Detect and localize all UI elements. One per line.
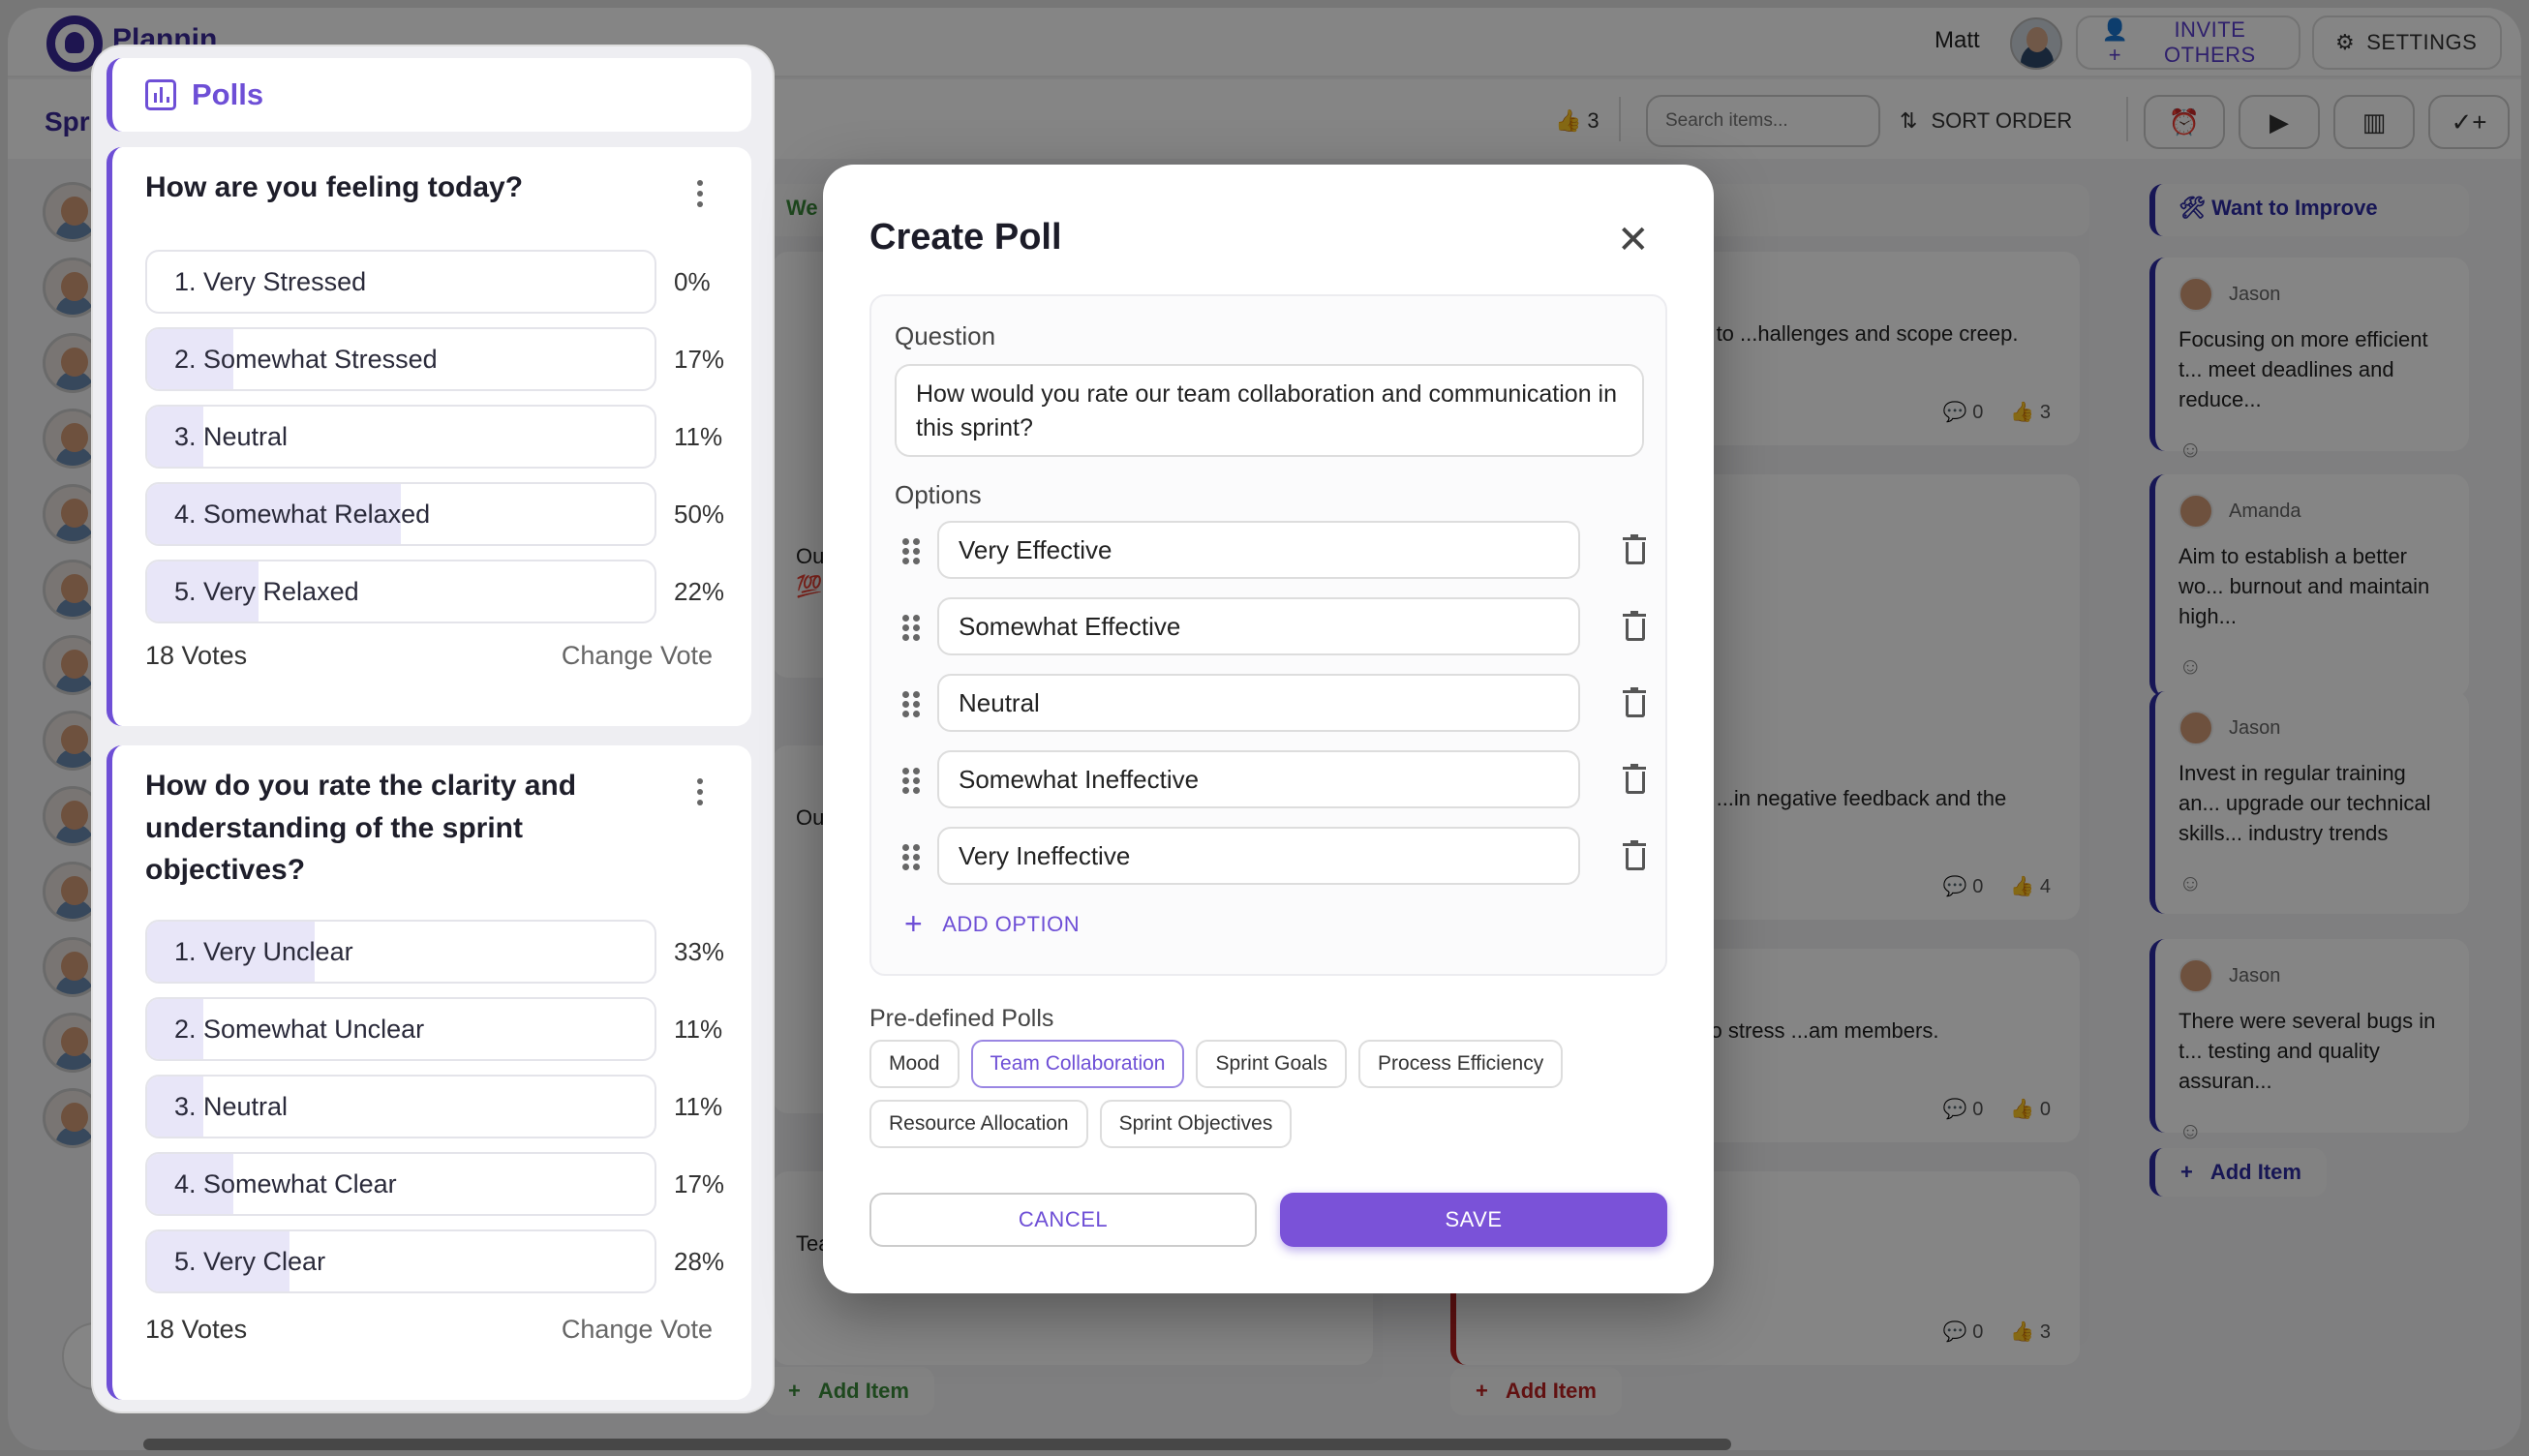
polls-header: Polls — [107, 58, 751, 132]
poll-option-bar[interactable]: 5. Very Clear — [145, 1229, 656, 1293]
add-option-label: ADD OPTION — [942, 911, 1081, 936]
poll-option[interactable]: 2. Somewhat Stressed 17% — [145, 327, 751, 391]
poll-form: Question How would you rate our team col… — [869, 294, 1667, 976]
poll-option-percent: 11% — [674, 1014, 723, 1044]
poll-option-label: 3. Neutral — [174, 422, 289, 451]
poll-chart-icon — [145, 79, 176, 110]
poll-option[interactable]: 1. Very Unclear 33% — [145, 920, 751, 984]
modal-title: Create Poll — [869, 217, 1062, 258]
options-label: Options — [895, 480, 982, 509]
poll-option-label: 1. Very Unclear — [174, 937, 353, 966]
poll-option-label: 4. Somewhat Relaxed — [174, 500, 431, 529]
option-input[interactable] — [937, 750, 1580, 808]
poll-option-label: 4. Somewhat Clear — [174, 1169, 397, 1198]
poll-option[interactable]: 1. Very Stressed 0% — [145, 250, 751, 314]
add-option-button[interactable]: + ADD OPTION — [904, 906, 1080, 942]
trash-icon[interactable] — [1623, 534, 1646, 564]
drag-handle-icon[interactable] — [902, 844, 920, 870]
predefined-poll-chip[interactable]: Resource Allocation — [869, 1100, 1088, 1148]
close-icon[interactable]: ✕ — [1617, 221, 1650, 259]
poll-option-bar[interactable]: 2. Somewhat Unclear — [145, 997, 656, 1061]
predefined-polls-label: Pre-defined Polls — [869, 1005, 1054, 1032]
trash-icon[interactable] — [1623, 687, 1646, 717]
drag-handle-icon[interactable] — [902, 538, 920, 564]
poll-footer: 18 Votes Change Vote — [145, 1315, 713, 1345]
predefined-polls: Mood Team Collaboration Sprint Goals Proces… — [869, 1040, 1644, 1148]
poll-option-percent: 33% — [674, 936, 725, 966]
poll-option-label: 5. Very Relaxed — [174, 577, 359, 606]
poll-option-bar[interactable]: 3. Neutral — [145, 1075, 656, 1138]
poll-option-percent: 0% — [674, 266, 711, 296]
poll-option[interactable]: 3. Neutral 11% — [145, 1075, 751, 1138]
option-row — [895, 521, 1660, 579]
drag-handle-icon[interactable] — [902, 768, 920, 794]
vote-count: 18 Votes — [145, 1315, 248, 1344]
poll-options: 1. Very Stressed 0% 2. Somewhat Stressed 17… — [145, 250, 751, 623]
option-row — [895, 597, 1660, 655]
option-row — [895, 827, 1660, 885]
trash-icon[interactable] — [1623, 840, 1646, 870]
poll-option-label: 2. Somewhat Unclear — [174, 1015, 425, 1044]
poll-option[interactable]: 4. Somewhat Clear 17% — [145, 1152, 751, 1216]
change-vote-button[interactable]: Change Vote — [562, 641, 713, 671]
trash-icon[interactable] — [1623, 611, 1646, 641]
poll-card: How are you feeling today? 1. Very Stres… — [107, 147, 751, 726]
poll-option[interactable]: 2. Somewhat Unclear 11% — [145, 997, 751, 1061]
poll-option[interactable]: 4. Somewhat Relaxed 50% — [145, 482, 751, 546]
poll-question: How are you feeling today? — [145, 171, 524, 203]
predefined-poll-chip[interactable]: Sprint Goals — [1196, 1040, 1348, 1088]
poll-question: How do you rate the clarity and understa… — [145, 770, 577, 886]
create-poll-modal: Create Poll ✕ Question How would you rat… — [823, 165, 1714, 1293]
more-options-icon[interactable] — [697, 778, 705, 810]
poll-footer: 18 Votes Change Vote — [145, 641, 713, 671]
save-button[interactable]: SAVE — [1280, 1193, 1667, 1247]
predefined-poll-chip[interactable]: Mood — [869, 1040, 960, 1088]
poll-option-percent: 50% — [674, 499, 725, 529]
poll-option-label: 1. Very Stressed — [174, 267, 367, 296]
poll-option[interactable]: 5. Very Relaxed 22% — [145, 560, 751, 623]
poll-option-bar[interactable]: 1. Very Stressed — [145, 250, 656, 314]
plus-icon: + — [904, 906, 924, 941]
change-vote-button[interactable]: Change Vote — [562, 1315, 713, 1345]
option-input[interactable] — [937, 521, 1580, 579]
poll-option-percent: 11% — [674, 421, 723, 451]
poll-option-bar[interactable]: 3. Neutral — [145, 405, 656, 469]
poll-option[interactable]: 5. Very Clear 28% — [145, 1229, 751, 1293]
poll-option-percent: 11% — [674, 1091, 723, 1121]
poll-option[interactable]: 3. Neutral 11% — [145, 405, 751, 469]
option-input[interactable] — [937, 674, 1580, 732]
poll-option-bar[interactable]: 4. Somewhat Relaxed — [145, 482, 656, 546]
predefined-poll-chip[interactable]: Team Collaboration — [970, 1040, 1185, 1088]
cancel-button[interactable]: CANCEL — [869, 1193, 1257, 1247]
poll-option-percent: 17% — [674, 344, 725, 374]
predefined-poll-chip[interactable]: Sprint Objectives — [1099, 1100, 1293, 1148]
option-input[interactable] — [937, 597, 1580, 655]
question-label: Question — [895, 321, 996, 350]
polls-title: Polls — [192, 77, 264, 111]
poll-options: 1. Very Unclear 33% 2. Somewhat Unclear 11%… — [145, 920, 751, 1293]
poll-option-percent: 28% — [674, 1246, 725, 1276]
poll-option-label: 3. Neutral — [174, 1092, 289, 1121]
question-input[interactable]: How would you rate our team collaboratio… — [895, 364, 1644, 457]
poll-option-bar[interactable]: 1. Very Unclear — [145, 920, 656, 984]
drag-handle-icon[interactable] — [902, 615, 920, 641]
poll-option-percent: 22% — [674, 576, 725, 606]
vote-count: 18 Votes — [145, 641, 248, 670]
poll-option-bar[interactable]: 2. Somewhat Stressed — [145, 327, 656, 391]
poll-card: How do you rate the clarity and understa… — [107, 745, 751, 1400]
poll-option-bar[interactable]: 5. Very Relaxed — [145, 560, 656, 623]
option-input[interactable] — [937, 827, 1580, 885]
polls-panel: Polls How are you feeling today? 1. Very… — [93, 46, 773, 1411]
poll-option-label: 5. Very Clear — [174, 1247, 326, 1276]
more-options-icon[interactable] — [697, 180, 705, 212]
poll-option-bar[interactable]: 4. Somewhat Clear — [145, 1152, 656, 1216]
option-row — [895, 674, 1660, 732]
option-row — [895, 750, 1660, 808]
trash-icon[interactable] — [1623, 764, 1646, 794]
predefined-poll-chip[interactable]: Process Efficiency — [1358, 1040, 1564, 1088]
drag-handle-icon[interactable] — [902, 691, 920, 717]
poll-option-label: 2. Somewhat Stressed — [174, 345, 438, 374]
poll-option-percent: 17% — [674, 1168, 725, 1198]
